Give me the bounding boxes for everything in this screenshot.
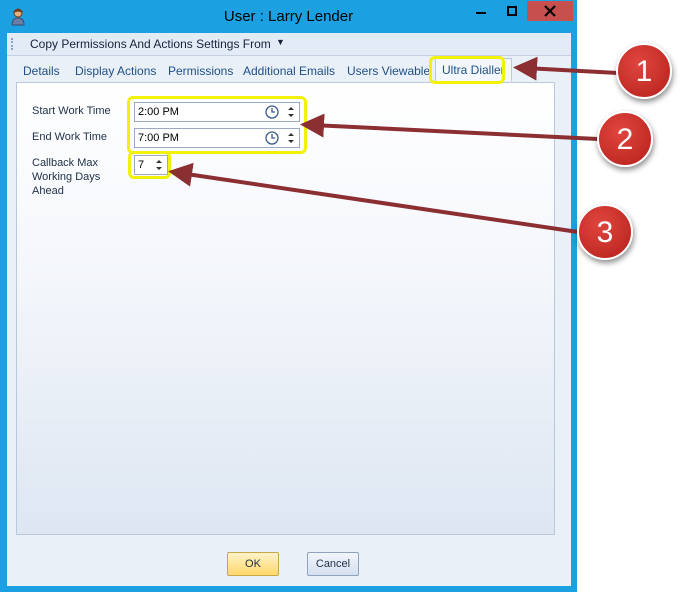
close-icon [544,5,556,17]
days-field-highlight [128,151,171,179]
copy-permissions-menu[interactable]: Copy Permissions And Actions Settings Fr… [30,37,271,51]
dropdown-arrow-icon[interactable]: ▼ [276,37,285,47]
start-work-time-label: Start Work Time [32,105,111,117]
callback-label-line-1: Callback Max [32,157,99,169]
tab-additional-emails[interactable]: Additional Emails [243,64,335,78]
minimize-button[interactable] [467,1,495,21]
title-bar[interactable]: User : Larry Lender [0,0,577,33]
close-button[interactable] [527,1,573,21]
toolbar: Copy Permissions And Actions Settings Fr… [7,33,571,56]
callout-2: 2 [597,111,653,167]
minimize-icon [476,12,486,14]
maximize-button[interactable] [498,1,526,21]
dialog-client-area: Copy Permissions And Actions Settings Fr… [7,33,571,586]
user-window: User : Larry Lender Copy Permissions And… [0,0,577,592]
callback-max-working-days-label: Callback Max Working Days Ahead [32,156,100,198]
tab-display-actions[interactable]: Display Actions [75,64,156,78]
ok-button[interactable]: OK [227,552,279,576]
callback-label-line-3: Ahead [32,185,64,197]
ultra-dialler-panel: Start Work Time 2:00 PM End Work Time 7:… [16,82,555,535]
maximize-icon [507,6,517,16]
time-fields-highlight [127,96,307,154]
callout-3: 3 [577,204,633,260]
end-work-time-label: End Work Time [32,131,107,143]
tab-users-viewable[interactable]: Users Viewable [347,64,430,78]
callback-label-line-2: Working Days [32,171,101,183]
tab-permissions[interactable]: Permissions [168,64,233,78]
toolbar-grip[interactable] [11,38,15,50]
callout-1: 1 [616,43,672,99]
tab-highlight [429,56,505,84]
tab-details[interactable]: Details [23,64,60,78]
cancel-button[interactable]: Cancel [307,552,359,576]
